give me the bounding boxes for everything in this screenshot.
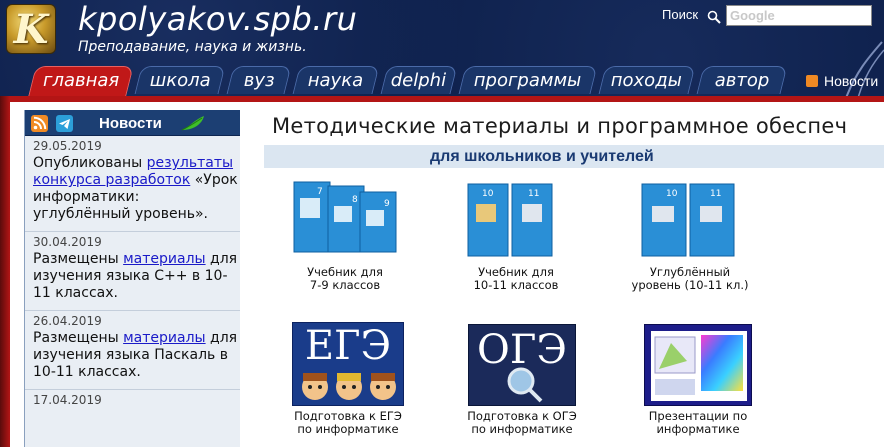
news-sidebar: Новости 29.05.2019 Опубликованы результа…	[24, 110, 240, 447]
news-sidebar-title: Новости	[99, 115, 162, 132]
site-header: K kpolyakov.spb.ru Преподавание, наука и…	[0, 0, 884, 96]
header-news-link[interactable]: Новости	[806, 73, 878, 89]
news-sidebar-header: Новости	[25, 110, 240, 136]
news-text: Размещены материалы для изучения языка С…	[33, 251, 238, 301]
card-ege[interactable]: ЕГЭ	[292, 322, 404, 406]
news-date: 17.04.2019	[33, 393, 102, 407]
book-number: 10	[482, 189, 494, 199]
site-title[interactable]: kpolyakov.spb.ru	[78, 0, 357, 38]
tab-university[interactable]: вуз	[226, 66, 292, 94]
telegram-icon[interactable]	[56, 115, 73, 132]
site-logo[interactable]: K	[6, 4, 56, 54]
card-caption[interactable]: Презентации по информатике	[628, 410, 768, 436]
site-subtitle: Преподавание, наука и жизнь.	[78, 39, 307, 55]
news-link[interactable]: материалы	[123, 251, 205, 267]
news-link[interactable]: материалы	[123, 330, 205, 346]
card-oge[interactable]: ОГЭ	[468, 324, 576, 406]
card-textbook-10-11[interactable]: 10 11	[466, 182, 556, 260]
header-divider	[0, 96, 884, 102]
logo-letter: K	[13, 5, 49, 53]
book-number: 9	[384, 199, 390, 209]
leaf-icon	[181, 116, 204, 131]
news-date: 26.04.2019	[33, 314, 102, 328]
book-number: 10	[666, 189, 678, 199]
left-edge-decoration	[0, 96, 10, 447]
textbook-7-9-image: 7 8 9	[293, 181, 397, 253]
magnifier-icon	[507, 367, 543, 403]
ege-kids-image	[302, 373, 396, 400]
news-item: 30.04.2019 Размещены материалы для изуче…	[25, 232, 240, 311]
news-text: Размещены материалы для изучения языка П…	[33, 330, 238, 380]
presentations-image	[651, 331, 747, 401]
search-input[interactable]: Google	[726, 5, 872, 26]
news-item: 29.05.2019 Опубликованы результаты конку…	[25, 136, 240, 232]
card-caption[interactable]: Углублённый уровень (10-11 кл.)	[620, 266, 760, 292]
book-number: 11	[710, 189, 721, 199]
card-advanced-level[interactable]: 10 11	[640, 182, 736, 260]
news-item: 26.04.2019 Размещены материалы для изуче…	[25, 311, 240, 390]
card-caption[interactable]: Подготовка к ОГЭ по информатике	[452, 410, 592, 436]
book-number: 7	[317, 187, 323, 197]
search-icon[interactable]	[707, 10, 721, 24]
tab-delphi[interactable]: delphi	[380, 66, 458, 94]
search-label: Поиск	[662, 7, 699, 22]
news-date: 29.05.2019	[33, 139, 102, 153]
rss-icon[interactable]	[31, 115, 48, 132]
book-number: 8	[352, 195, 358, 205]
rss-icon	[806, 75, 818, 87]
section-title: для школьников и учителей	[430, 148, 654, 165]
card-caption[interactable]: Учебник для 10-11 классов	[446, 266, 586, 292]
news-date: 30.04.2019	[33, 235, 102, 249]
tab-science[interactable]: наука	[292, 66, 380, 94]
tab-school[interactable]: школа	[134, 66, 226, 94]
tab-author[interactable]: автор	[696, 66, 788, 94]
page-title: Методические материалы и программное обе…	[272, 114, 848, 138]
card-presentations[interactable]	[644, 324, 752, 406]
tab-programs[interactable]: программы	[458, 66, 598, 94]
card-caption[interactable]: Учебник для 7-9 классов	[275, 266, 415, 292]
main-nav: главная школа вуз наука delphi программы…	[0, 66, 884, 96]
card-caption[interactable]: Подготовка к ЕГЭ по информатике	[278, 410, 418, 436]
ege-badge: ЕГЭ	[304, 323, 392, 369]
tab-hikes[interactable]: походы	[598, 66, 696, 94]
advanced-level-image: 10 11	[641, 183, 735, 257]
tab-main[interactable]: главная	[28, 66, 134, 96]
textbook-10-11-image: 10 11	[467, 183, 553, 257]
card-textbook-7-9[interactable]: 7 8 9	[290, 180, 400, 260]
news-text: Опубликованы результаты конкурса разрабо…	[33, 155, 238, 222]
book-number: 11	[528, 189, 539, 199]
news-item: 17.04.2019	[25, 390, 240, 417]
